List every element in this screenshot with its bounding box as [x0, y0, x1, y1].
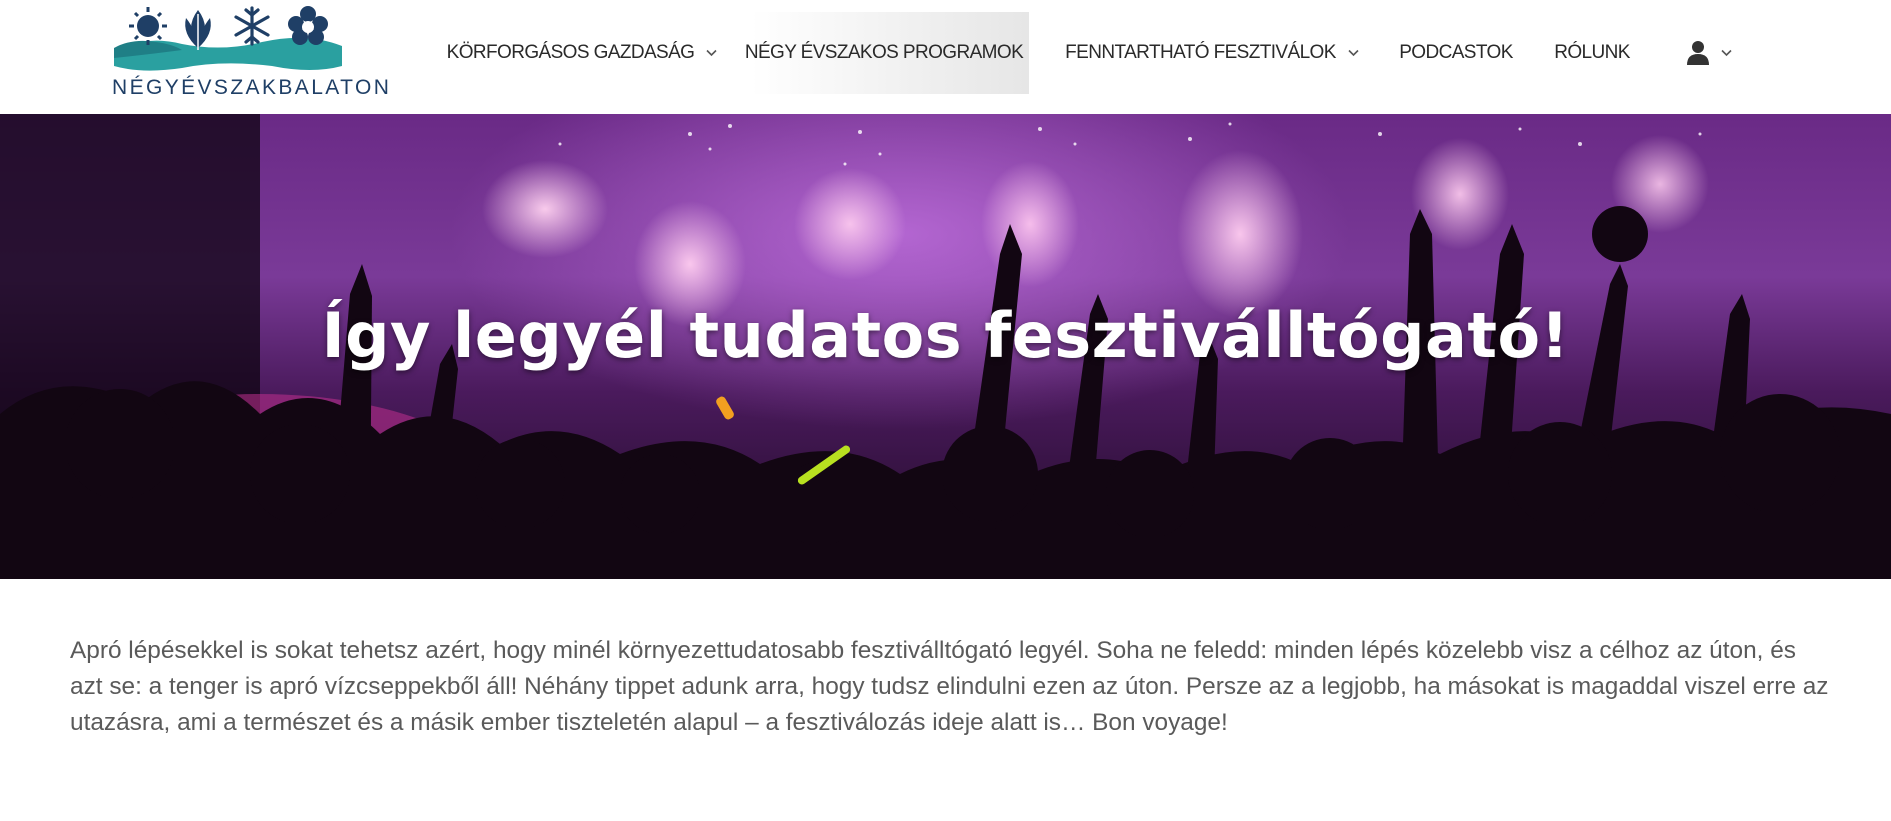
chevron-down-icon	[1720, 49, 1732, 57]
nav-item-podcastok[interactable]: PODCASTOK	[1392, 12, 1520, 94]
chevron-down-icon	[1348, 49, 1359, 57]
intro-paragraph: Apró lépésekkel is sokat tehetsz azért, …	[70, 637, 1829, 736]
nav-item-label: KÖRFORGÁSOS GAZDASÁG	[446, 42, 695, 63]
nav-item-rolunk[interactable]: RÓLUNK	[1546, 12, 1638, 94]
nav-item-label: NÉGY ÉVSZAKOS PROGRAMOK	[744, 42, 1024, 63]
site-header: NÉGYÉVSZAKBALATON KÖRFORGÁSOS GAZDASÁG N…	[0, 0, 1891, 114]
user-menu-button[interactable]	[1668, 12, 1750, 94]
nav-item-label: RÓLUNK	[1554, 42, 1630, 63]
nav-item-negy-evszakos-programok[interactable]: NÉGY ÉVSZAKOS PROGRAMOK	[745, 12, 1029, 94]
nav-item-label: FENNTARTHATÓ FESZTIVÁLOK	[1065, 42, 1336, 63]
chevron-down-icon	[706, 49, 717, 57]
hero-banner: Így legyél tudatos fesztiválltógató!	[0, 114, 1891, 579]
user-icon	[1686, 41, 1709, 65]
nav-item-label: PODCASTOK	[1399, 42, 1513, 63]
nav-item-korforgasos-gazdasag[interactable]: KÖRFORGÁSOS GAZDASÁG	[440, 12, 724, 94]
nav-item-fenntarthato-fesztivalok[interactable]: FENNTARTHATÓ FESZTIVÁLOK	[1062, 12, 1362, 94]
main-navigation: KÖRFORGÁSOS GAZDASÁG NÉGY ÉVSZAKOS PROGR…	[0, 0, 1891, 114]
hero-title: Így legyél tudatos fesztiválltógató!	[321, 299, 1570, 372]
